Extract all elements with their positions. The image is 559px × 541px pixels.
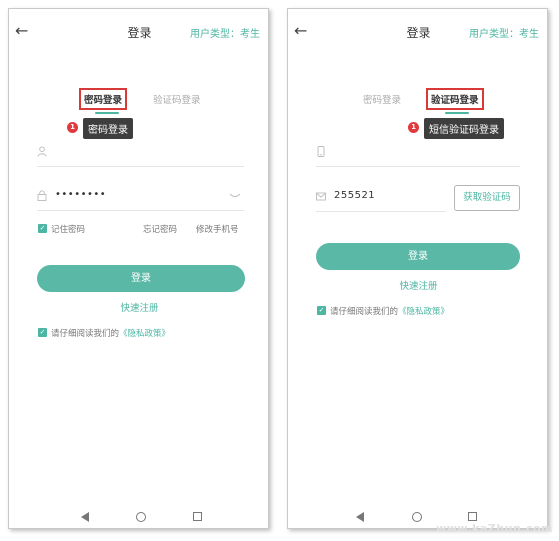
password-underline [37,210,244,211]
tab-password-login[interactable]: 密码登录 [363,92,401,106]
remember-password-checkbox[interactable]: ✓ [38,224,47,233]
privacy-policy-link[interactable]: 《隐私政策》 [119,329,170,339]
phone-icon [317,146,325,157]
forgot-password-link[interactable]: 忘记密码 [143,223,177,235]
phone-underline [316,166,520,167]
agreement-prefix: 请仔细阅读我们的 [51,329,120,339]
login-button[interactable]: 登录 [316,243,520,270]
user-icon [37,146,47,157]
tab-password-login[interactable]: 密码登录 [79,88,128,110]
user-type-label: 用户类型： [190,29,240,40]
watermark: www.kaZhun.com [436,522,553,535]
login-button[interactable]: 登录 [37,265,245,292]
tab-sms-login[interactable]: 验证码登录 [153,92,201,106]
system-recents-icon[interactable] [468,512,477,521]
code-underline [316,211,446,212]
user-type-value: 考生 [519,29,539,40]
verification-code-input[interactable]: 255521 [334,190,375,201]
user-type-value: 考生 [240,29,260,40]
annotation-tooltip: 短信验证码登录 [424,118,504,139]
privacy-policy-link[interactable]: 《隐私政策》 [398,307,449,317]
remember-password-label: 记住密码 [51,225,86,235]
system-back-icon[interactable] [356,512,364,522]
active-tab-indicator [95,112,119,114]
quick-register-link[interactable]: 快速注册 [288,278,547,292]
annotation-badge: 1 [67,122,78,133]
quick-register-link[interactable]: 快速注册 [9,300,268,314]
system-home-icon[interactable] [412,512,422,522]
user-type-selector[interactable]: 用户类型：考生 [190,25,260,40]
message-icon [316,192,326,201]
lock-icon [37,190,47,201]
agreement-prefix: 请仔细阅读我们的 [330,307,399,317]
agreement-text: 请仔细阅读我们的《隐私政策》 [330,305,449,317]
agreement-text: 请仔细阅读我们的《隐私政策》 [51,327,170,339]
agreement-checkbox[interactable]: ✓ [38,328,47,337]
system-home-icon[interactable] [136,512,146,522]
system-recents-icon[interactable] [193,512,202,521]
username-underline [37,166,244,167]
get-code-button[interactable]: 获取验证码 [454,185,520,211]
tab-sms-login[interactable]: 验证码登录 [426,88,484,110]
sms-login-screen: ← 登录 用户类型：考生 密码登录 验证码登录 1 短信验证码登录 255521… [287,8,548,529]
user-type-label: 用户类型： [469,29,519,40]
system-back-icon[interactable] [81,512,89,522]
password-input[interactable]: •••••••• [55,189,106,200]
annotation-badge: 1 [408,122,419,133]
password-login-screen: ← 登录 用户类型：考生 密码登录 验证码登录 1 密码登录 •••••••• … [8,8,269,529]
active-tab-indicator [445,112,469,114]
change-phone-link[interactable]: 修改手机号 [196,223,239,235]
annotation-tooltip: 密码登录 [83,118,133,139]
agreement-checkbox[interactable]: ✓ [317,306,326,315]
user-type-selector[interactable]: 用户类型：考生 [469,25,539,40]
hide-password-icon[interactable] [229,193,241,198]
